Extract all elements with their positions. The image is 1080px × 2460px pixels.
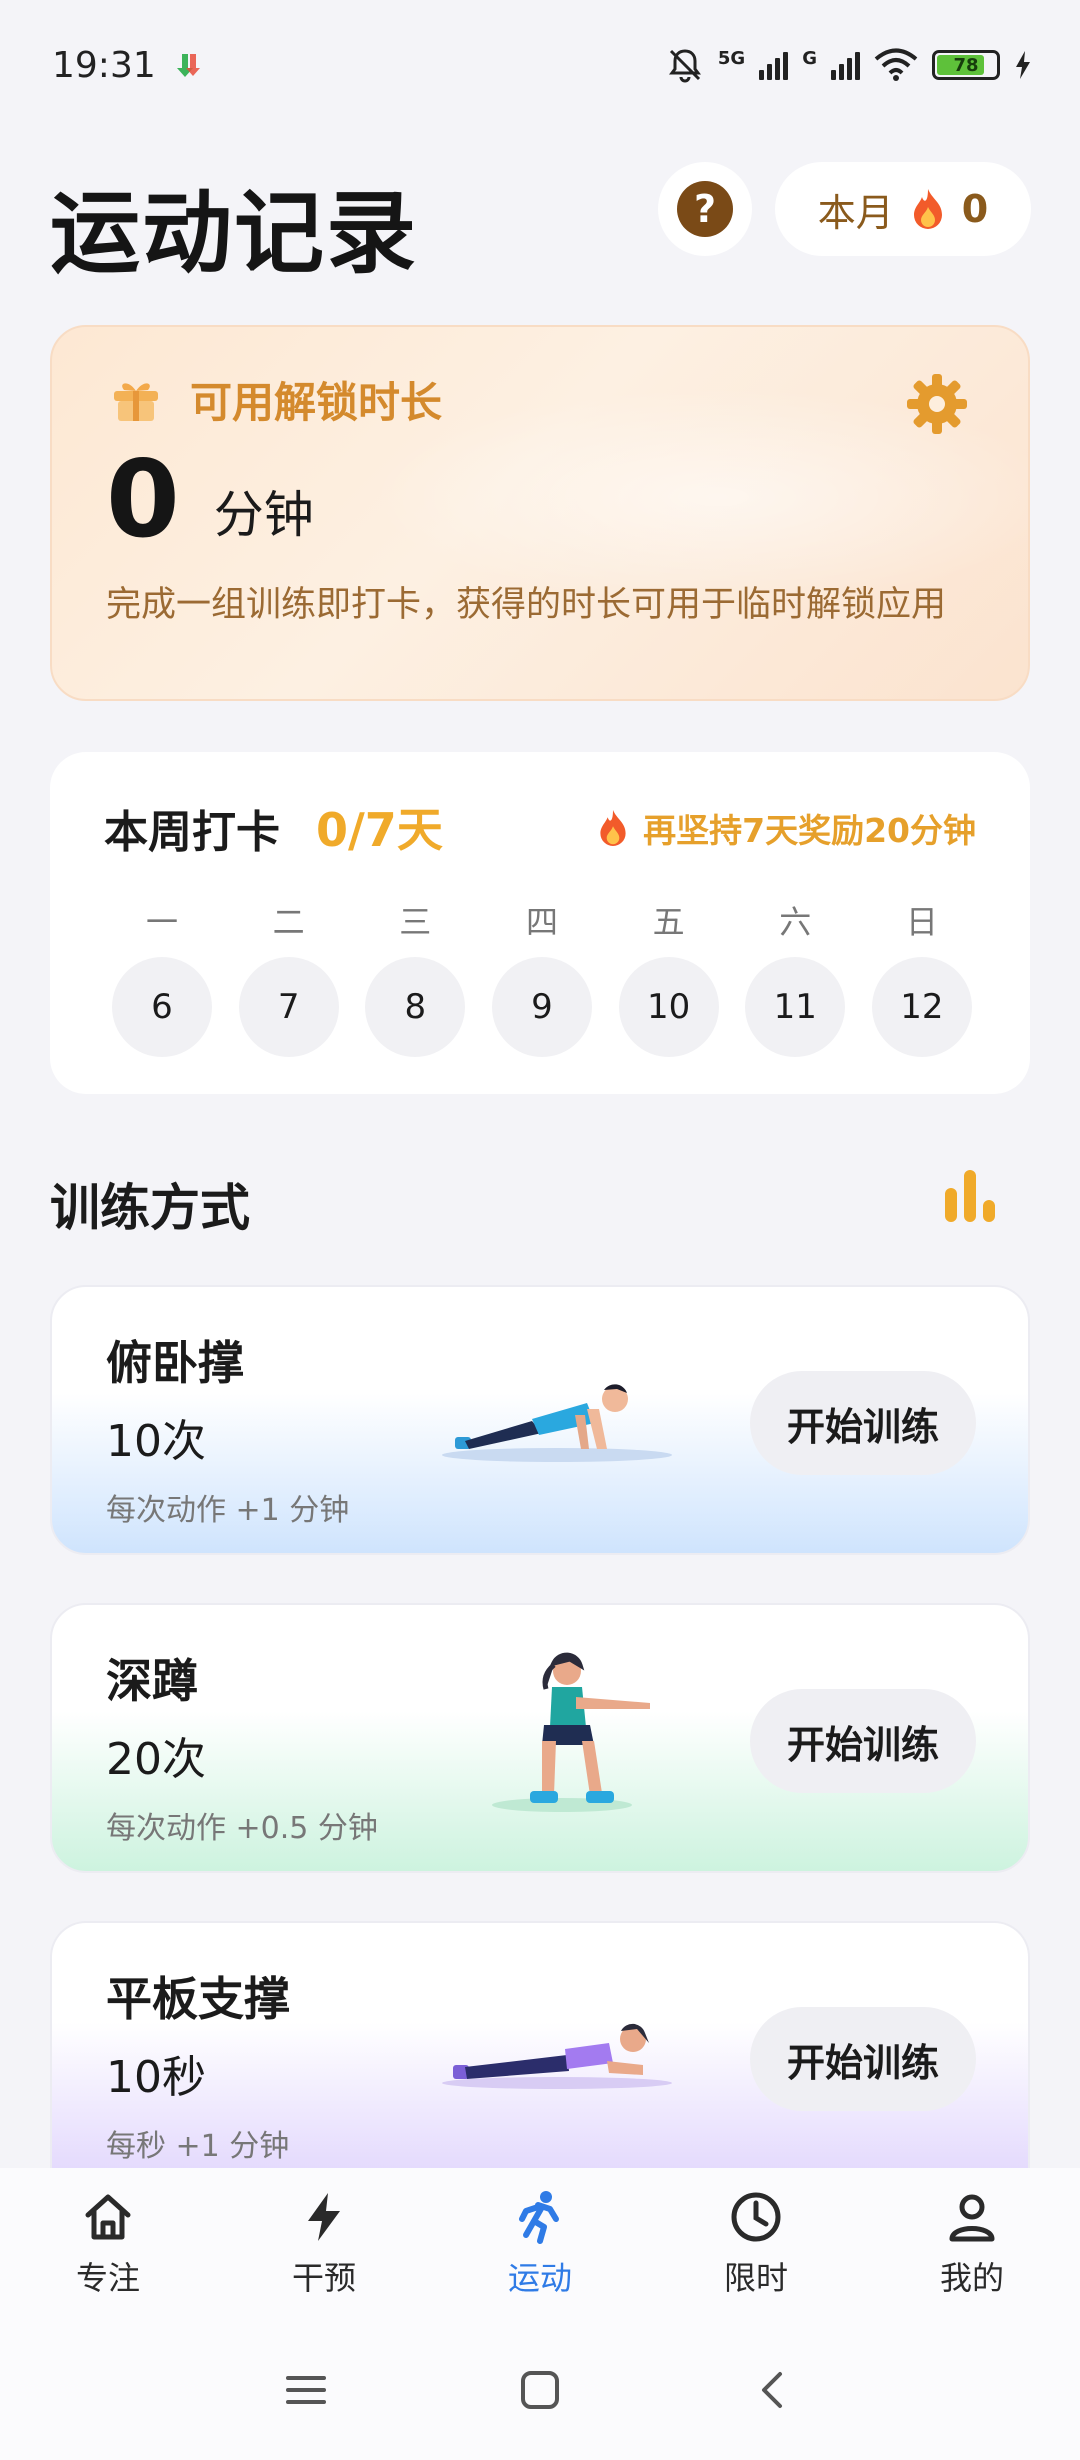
gift-icon	[114, 382, 158, 421]
nav-item-profile[interactable]: 我的	[902, 2189, 1042, 2299]
month-streak-pill[interactable]: 本月 0	[775, 162, 1031, 256]
clock-icon	[731, 2192, 781, 2242]
flame-icon	[600, 810, 626, 846]
training-card-squat[interactable]: 深蹲 20次 每次动作 +0.5 分钟 开始训练	[50, 1603, 1030, 1873]
training-reward: 每秒 +1 分钟	[106, 2129, 290, 2164]
nav-label: 专注	[75, 2259, 140, 2297]
person-icon	[949, 2194, 995, 2242]
nav-item-timelimit[interactable]: 限时	[686, 2189, 826, 2299]
date-circle: 6	[112, 957, 212, 1057]
weekday-label: 六	[779, 903, 812, 941]
unlock-minutes-unit: 分钟	[213, 486, 314, 544]
status-bar: 19:31 5G G 78	[0, 0, 1080, 130]
status-time: 19:31	[52, 44, 156, 86]
training-card-plank[interactable]: 平板支撑 10秒 每秒 +1 分钟 开始训练	[50, 1921, 1030, 2171]
unlock-time-card: 可用解锁时长 0 分钟 完成一组训练即打卡，获得的时长可用于临时解锁应用	[50, 325, 1030, 701]
start-training-button[interactable]: 开始训练	[750, 1689, 976, 1793]
signal-icon-2	[831, 50, 860, 80]
bar-chart-icon[interactable]	[945, 1170, 995, 1222]
training-name: 俯卧撑	[106, 1336, 244, 1390]
home-icon	[85, 2194, 131, 2240]
date-circle: 11	[745, 957, 846, 1057]
week-bonus-text: 再坚持7天奖励20分钟	[643, 811, 976, 850]
plank-illustration	[442, 2023, 672, 2089]
help-icon: ?	[677, 181, 733, 237]
training-reward: 每次动作 +1 分钟	[106, 1493, 350, 1528]
date-circle: 9	[491, 957, 592, 1057]
weekday-label: 三	[399, 903, 432, 941]
signal-icon	[759, 50, 789, 80]
help-button[interactable]: ?	[658, 162, 752, 256]
unlock-minutes-value: 0	[106, 438, 180, 561]
squat-illustration	[492, 1652, 650, 1812]
nav-item-exercise[interactable]: 运动	[470, 2189, 610, 2299]
week-bonus: 再坚持7天奖励20分钟	[595, 804, 976, 852]
training-reps: 20次	[106, 1734, 206, 1785]
network-label-g: G	[802, 48, 817, 69]
weekday-label: 日	[905, 903, 938, 941]
weekday-label: 二	[272, 903, 305, 941]
training-name: 深蹲	[106, 1654, 198, 1708]
month-count: 0	[961, 187, 989, 231]
nav-item-focus[interactable]: 专注	[38, 2189, 178, 2299]
back-icon[interactable]	[752, 2368, 796, 2412]
training-card-pushup[interactable]: 俯卧撑 10次 每次动作 +1 分钟 开始训练	[50, 1285, 1030, 1555]
nav-label: 限时	[723, 2259, 788, 2297]
page-title: 运动记录	[50, 181, 418, 286]
network-label-5g: 5G	[717, 48, 746, 69]
training-reward: 每次动作 +0.5 分钟	[106, 1811, 378, 1846]
unlock-card-title: 可用解锁时长	[190, 378, 443, 427]
month-label: 本月	[817, 190, 894, 235]
weekly-checkin-card: 本周打卡 0/7天 再坚持7天奖励20分钟 一 二 三 四 五 六 日 6 7 …	[50, 752, 1030, 1094]
header: 运动记录 ? 本月 0	[0, 150, 1080, 286]
start-training-button[interactable]: 开始训练	[750, 2007, 976, 2111]
training-reps: 10次	[106, 1416, 206, 1467]
bolt-icon	[308, 2193, 340, 2241]
download-icon	[176, 54, 200, 77]
unlock-description: 完成一组训练即打卡，获得的时长可用于临时解锁应用	[106, 585, 947, 625]
nav-label: 干预	[291, 2259, 356, 2297]
nav-label: 运动	[507, 2259, 572, 2297]
flame-icon	[913, 189, 942, 229]
weekday-label: 五	[652, 903, 685, 941]
weekday-label: 一	[145, 903, 178, 941]
weekday-label: 四	[525, 903, 558, 941]
training-section-title: 训练方式	[50, 1179, 250, 1237]
menu-icon[interactable]	[284, 2370, 328, 2410]
nav-label: 我的	[939, 2259, 1004, 2297]
wifi-icon	[874, 48, 918, 81]
system-navigation-bar	[0, 2320, 1080, 2460]
date-circle: 12	[871, 957, 972, 1057]
start-training-button[interactable]: 开始训练	[750, 1371, 976, 1475]
settings-gear-icon[interactable]	[904, 371, 970, 437]
home-square-icon[interactable]	[518, 2368, 562, 2412]
date-circle: 10	[618, 957, 719, 1057]
date-row: 6 7 8 9 10 11 12	[112, 957, 972, 1057]
battery-level: 78	[953, 54, 979, 76]
date-circle: 8	[365, 957, 466, 1057]
mute-bell-icon	[668, 49, 701, 83]
battery-icon: 78	[932, 50, 1000, 80]
week-count: 0/7天	[316, 803, 443, 857]
nav-item-intervene[interactable]: 干预	[254, 2189, 394, 2299]
date-circle: 7	[238, 957, 339, 1057]
training-reps: 10秒	[106, 2052, 206, 2103]
pushup-illustration	[442, 1384, 672, 1462]
weekday-row: 一 二 三 四 五 六 日	[112, 897, 972, 943]
running-icon	[519, 2191, 559, 2244]
week-title: 本周打卡	[104, 807, 280, 858]
charging-icon	[1016, 51, 1030, 79]
bottom-navigation: 专注 干预 运动 限时 我的	[0, 2168, 1080, 2320]
training-name: 平板支撑	[106, 1972, 290, 2026]
